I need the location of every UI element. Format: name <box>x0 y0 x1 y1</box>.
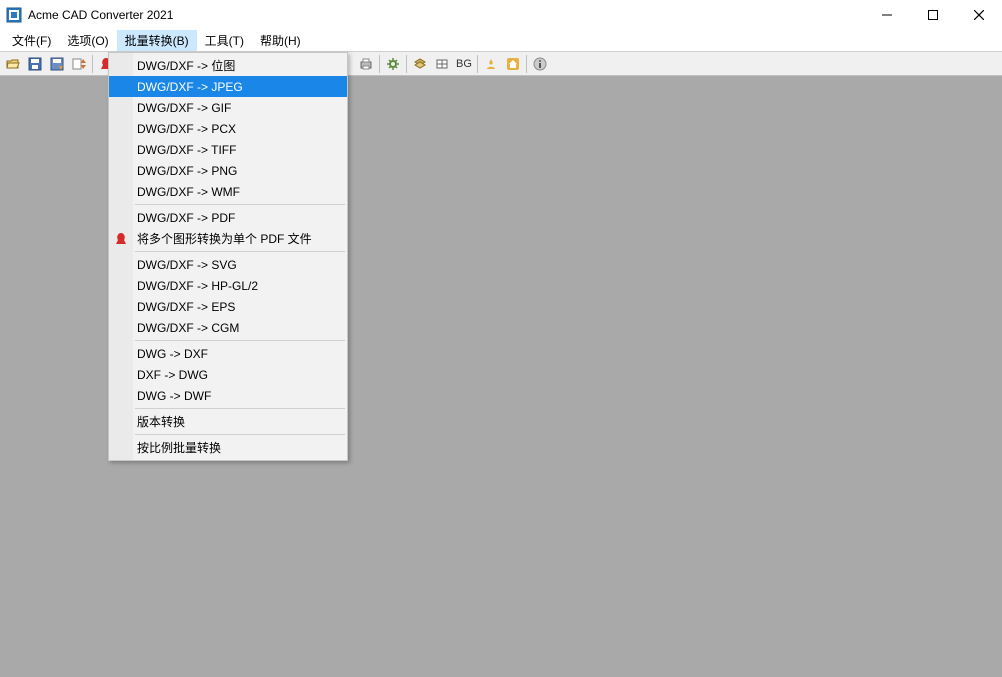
dropdown-separator <box>135 434 345 435</box>
dropdown-item[interactable]: DWG -> DXF <box>109 343 347 364</box>
dropdown-item[interactable]: DWG/DXF -> PCX <box>109 118 347 139</box>
dropdown-item-label: DWG -> DXF <box>137 347 208 361</box>
dropdown-item[interactable]: DWG/DXF -> GIF <box>109 97 347 118</box>
dropdown-item-label: DWG/DXF -> PNG <box>137 164 237 178</box>
window-title: Acme CAD Converter 2021 <box>28 8 864 22</box>
dropdown-item-label: DWG/DXF -> GIF <box>137 101 231 115</box>
dropdown-item-label: DWG/DXF -> PDF <box>137 211 235 225</box>
toolbar-separator <box>379 55 380 73</box>
dropdown-item[interactable]: DWG/DXF -> TIFF <box>109 139 347 160</box>
menu-file[interactable]: 文件(F) <box>4 30 59 51</box>
dropdown-separator <box>135 340 345 341</box>
view-icon[interactable] <box>431 54 453 74</box>
dropdown-item-label: DWG/DXF -> PCX <box>137 122 236 136</box>
menu-options[interactable]: 选项(O) <box>59 30 116 51</box>
dropdown-item[interactable]: DWG/DXF -> CGM <box>109 317 347 338</box>
dropdown-item[interactable]: 按比例批量转换 <box>109 437 347 458</box>
dropdown-item-label: 将多个图形转换为单个 PDF 文件 <box>137 230 312 247</box>
dropdown-item-label: 按比例批量转换 <box>137 439 221 456</box>
bg-label: BG <box>453 58 475 70</box>
menu-batch-convert[interactable]: 批量转换(B) <box>117 30 197 51</box>
dropdown-item[interactable]: 版本转换 <box>109 411 347 432</box>
dropdown-item-label: DWG/DXF -> EPS <box>137 300 235 314</box>
dropdown-item-label: DWG/DXF -> CGM <box>137 321 239 335</box>
layers-icon[interactable] <box>409 54 431 74</box>
menu-help[interactable]: 帮助(H) <box>252 30 309 51</box>
save-as-icon[interactable] <box>46 54 68 74</box>
toolbar-separator <box>92 55 93 73</box>
dropdown-item[interactable]: DWG/DXF -> PNG <box>109 160 347 181</box>
dropdown-item-label: DWG/DXF -> HP-GL/2 <box>137 279 258 293</box>
dropdown-item-label: DWG/DXF -> SVG <box>137 258 237 272</box>
dropdown-item[interactable]: DWG/DXF -> SVG <box>109 254 347 275</box>
dropdown-item-label: DWG -> DWF <box>137 389 211 403</box>
user-icon[interactable] <box>480 54 502 74</box>
toolbar-separator <box>406 55 407 73</box>
dropdown-item-label: DWG/DXF -> WMF <box>137 185 240 199</box>
dropdown-batch-convert: DWG/DXF -> 位图 DWG/DXF -> JPEG DWG/DXF -> G… <box>108 52 348 461</box>
dropdown-item-label: DWG/DXF -> TIFF <box>137 143 236 157</box>
dropdown-item[interactable]: DWG -> DWF <box>109 385 347 406</box>
dropdown-item[interactable]: DWG/DXF -> EPS <box>109 296 347 317</box>
titlebar: Acme CAD Converter 2021 <box>0 0 1002 30</box>
export-icon[interactable] <box>68 54 90 74</box>
window-controls <box>864 0 1002 30</box>
app-icon <box>6 7 22 23</box>
dropdown-item-label: DXF -> DWG <box>137 368 208 382</box>
minimize-button[interactable] <box>864 0 910 30</box>
dropdown-item[interactable]: DWG/DXF -> HP-GL/2 <box>109 275 347 296</box>
dropdown-separator <box>135 204 345 205</box>
dropdown-item-label: DWG/DXF -> JPEG <box>137 80 243 94</box>
menu-tools[interactable]: 工具(T) <box>197 30 252 51</box>
dropdown-item[interactable]: DWG/DXF -> PDF <box>109 207 347 228</box>
toolbar-separator <box>477 55 478 73</box>
save-icon[interactable] <box>24 54 46 74</box>
maximize-button[interactable] <box>910 0 956 30</box>
toolbar-separator <box>526 55 527 73</box>
dropdown-item[interactable]: DXF -> DWG <box>109 364 347 385</box>
dropdown-item-label: 版本转换 <box>137 413 185 430</box>
menubar: 文件(F) 选项(O) 批量转换(B) 工具(T) 帮助(H) <box>0 30 1002 52</box>
dropdown-separator <box>135 408 345 409</box>
dropdown-item[interactable]: DWG/DXF -> WMF <box>109 181 347 202</box>
dropdown-item[interactable]: DWG/DXF -> JPEG <box>109 76 347 97</box>
dropdown-separator <box>135 251 345 252</box>
dropdown-item-label: DWG/DXF -> 位图 <box>137 57 235 74</box>
pdf-icon <box>113 231 129 247</box>
print-icon[interactable] <box>355 54 377 74</box>
settings-icon[interactable] <box>382 54 404 74</box>
dropdown-item[interactable]: DWG/DXF -> 位图 <box>109 55 347 76</box>
open-icon[interactable] <box>2 54 24 74</box>
close-button[interactable] <box>956 0 1002 30</box>
dropdown-item[interactable]: 将多个图形转换为单个 PDF 文件 <box>109 228 347 249</box>
bg-button[interactable]: BG <box>453 54 475 74</box>
home-icon[interactable] <box>502 54 524 74</box>
info-icon[interactable] <box>529 54 551 74</box>
